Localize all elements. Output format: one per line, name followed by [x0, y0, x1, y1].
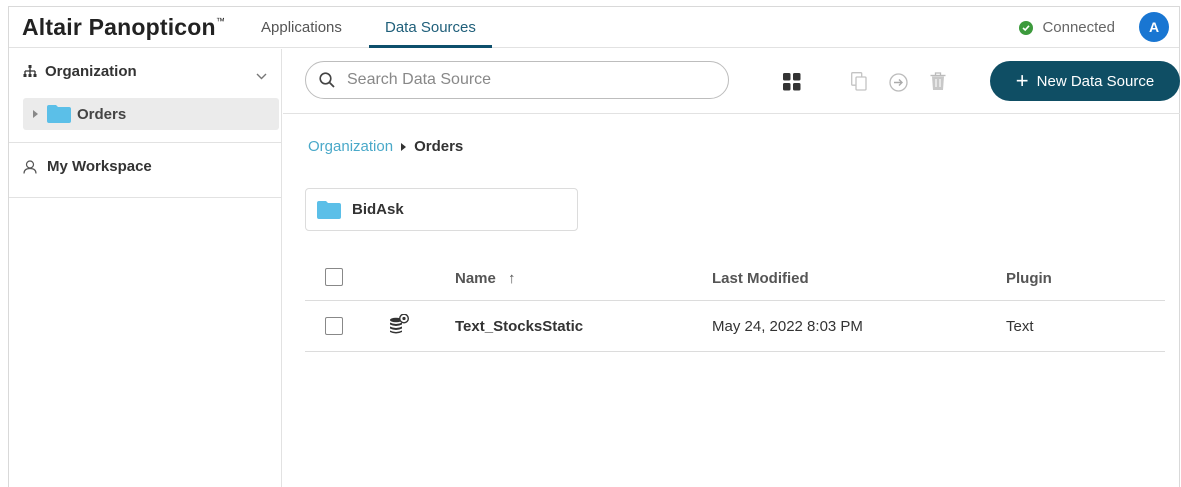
row-checkbox[interactable] — [325, 317, 343, 335]
new-data-source-button[interactable]: + New Data Source — [990, 61, 1180, 101]
breadcrumb: Organization Orders — [308, 138, 463, 155]
plus-icon: + — [1015, 68, 1029, 93]
connection-status: Connected — [1019, 19, 1115, 36]
app-logo: Altair Panopticon™ — [22, 14, 226, 40]
row-name[interactable]: Text_StocksStatic — [455, 318, 583, 335]
check-icon — [1019, 20, 1034, 35]
move-icon[interactable] — [889, 73, 908, 97]
trash-icon[interactable] — [930, 72, 946, 96]
org-tree-icon — [23, 65, 37, 78]
caret-right-icon[interactable] — [33, 110, 38, 118]
status-label: Connected — [1042, 19, 1115, 36]
copy-icon[interactable] — [851, 72, 867, 96]
folder-icon — [47, 105, 71, 123]
data-source-table: Name ↑ Last Modified Plugin Text_StocksS… — [305, 255, 1165, 352]
new-data-source-label: New Data Source — [1036, 72, 1155, 90]
top-bar: Altair Panopticon™ Applications Data Sou… — [9, 7, 1179, 48]
row-plugin: Text — [1006, 318, 1034, 335]
search-input[interactable] — [347, 71, 707, 89]
column-header-plugin[interactable]: Plugin — [1006, 270, 1052, 287]
sidebar-item-organization[interactable]: Organization — [23, 63, 137, 80]
tab-applications[interactable]: Applications — [245, 19, 358, 48]
user-avatar[interactable]: A — [1139, 12, 1169, 42]
sidebar-item-my-workspace[interactable]: My Workspace — [23, 158, 152, 175]
breadcrumb-organization-link[interactable]: Organization — [308, 138, 393, 155]
app-window: Altair Panopticon™ Applications Data Sou… — [8, 6, 1180, 487]
sort-ascending-icon[interactable]: ↑ — [508, 270, 516, 287]
column-header-last-modified[interactable]: Last Modified — [712, 270, 809, 287]
user-icon — [23, 159, 37, 174]
select-all-checkbox[interactable] — [325, 268, 343, 286]
folder-card-label: BidAsk — [352, 201, 404, 218]
sidebar-item-label: Orders — [77, 105, 127, 123]
search-icon — [319, 72, 335, 88]
folder-icon — [317, 200, 341, 219]
table-header: Name ↑ Last Modified Plugin — [305, 255, 1165, 301]
search-box[interactable] — [305, 61, 729, 99]
chevron-down-icon[interactable] — [256, 67, 267, 85]
data-source-icon — [389, 313, 410, 339]
sidebar-item-label: Organization — [45, 63, 137, 80]
folder-card-bidask[interactable]: BidAsk — [305, 188, 578, 231]
tab-data-sources[interactable]: Data Sources — [369, 19, 492, 48]
toolbar: + New Data Source — [283, 49, 1180, 114]
row-last-modified: May 24, 2022 8:03 PM — [712, 318, 863, 335]
sidebar-item-orders[interactable]: Orders — [23, 98, 279, 130]
breadcrumb-separator-icon — [401, 142, 407, 151]
sidebar: Organization Orders My Workspace — [9, 49, 282, 487]
sidebar-organization-section: Organization Orders — [9, 49, 281, 143]
breadcrumb-current: Orders — [414, 138, 464, 155]
table-row[interactable]: Text_StocksStatic May 24, 2022 8:03 PM T… — [305, 301, 1165, 352]
column-header-name[interactable]: Name ↑ — [455, 270, 516, 287]
sidebar-item-label: My Workspace — [47, 158, 152, 175]
sidebar-workspace-section: My Workspace — [9, 143, 281, 198]
grid-view-icon[interactable] — [783, 73, 801, 96]
main-content: + New Data Source Organization Orders Bi… — [283, 49, 1180, 487]
